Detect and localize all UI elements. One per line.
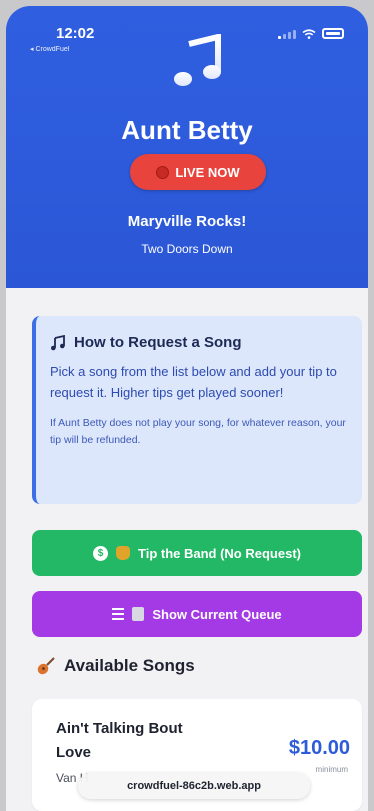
refund-note: If Aunt Betty does not play your song, f… bbox=[50, 417, 346, 446]
hero-header: 12:02 ◂ CrowdFuel Aunt Betty LIVE NOW Ma… bbox=[6, 6, 368, 288]
wifi-icon bbox=[302, 28, 316, 39]
instructions-body: Pick a song from the list below and add … bbox=[50, 364, 337, 400]
status-time: 12:02 bbox=[56, 25, 95, 42]
live-label: LIVE NOW bbox=[175, 164, 240, 180]
clipboard-icon bbox=[132, 607, 145, 621]
music-note-logo-icon bbox=[174, 34, 221, 86]
signal-icon bbox=[278, 29, 296, 39]
queue-button-label: Show Current Queue bbox=[152, 606, 282, 622]
app-screen: 12:02 ◂ CrowdFuel Aunt Betty LIVE NOW Ma… bbox=[6, 6, 368, 811]
songs-section-title: Available Songs bbox=[64, 656, 195, 675]
list-icon bbox=[112, 608, 125, 620]
money-bag-icon bbox=[116, 546, 130, 560]
song-title: Ain't Talking Bout Love bbox=[56, 720, 183, 761]
dollar-icon: $ bbox=[93, 545, 108, 561]
tip-button-label: Tip the Band (No Request) bbox=[138, 545, 301, 561]
live-now-badge: LIVE NOW bbox=[130, 154, 266, 190]
battery-icon bbox=[322, 28, 344, 39]
music-note-icon bbox=[51, 334, 65, 350]
song-price: $10.00 bbox=[288, 737, 350, 759]
request-instructions-card: How to Request a Song Pick a song from t… bbox=[32, 316, 362, 504]
price-minimum-label: minimum bbox=[315, 765, 348, 774]
status-icons bbox=[278, 28, 344, 39]
venue-subtitle: Two Doors Down bbox=[141, 242, 233, 256]
instructions-heading: How to Request a Song bbox=[50, 334, 350, 351]
instructions-title: How to Request a Song bbox=[74, 334, 242, 351]
live-dot-icon bbox=[156, 165, 170, 179]
guitar-icon bbox=[37, 657, 55, 675]
venue-name: Maryville Rocks! bbox=[127, 213, 247, 230]
back-to-app-link[interactable]: ◂ CrowdFuel bbox=[30, 45, 69, 53]
tip-band-button[interactable]: $ Tip the Band (No Request) bbox=[32, 530, 362, 576]
browser-url-bar[interactable]: crowdfuel-86c2b.web.app bbox=[78, 773, 310, 799]
artist-title: Aunt Betty bbox=[121, 115, 253, 145]
show-queue-button[interactable]: Show Current Queue bbox=[32, 591, 362, 637]
available-songs-heading: Available Songs bbox=[36, 656, 195, 676]
